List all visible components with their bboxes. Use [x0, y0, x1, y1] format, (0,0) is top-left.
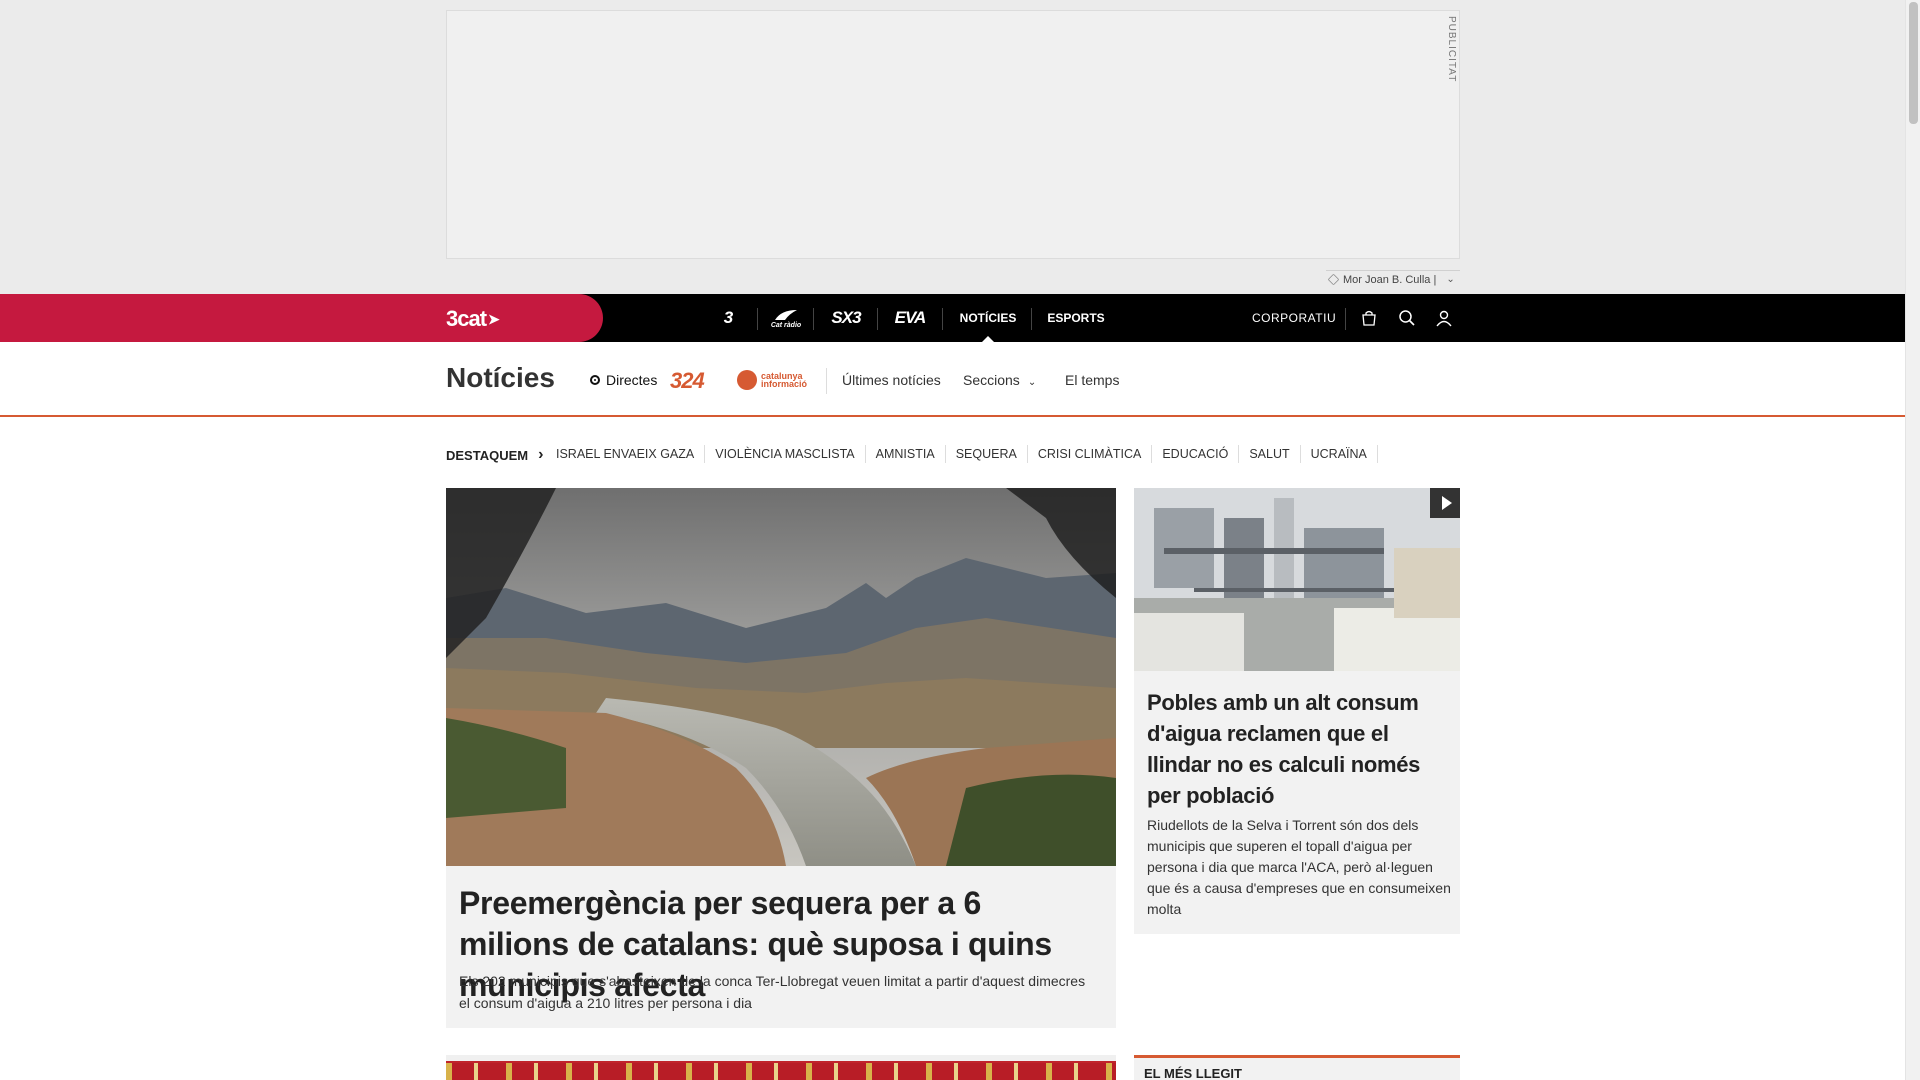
ad-ticker-text: Mor Joan B. Culla | — [1343, 273, 1437, 286]
shop-bag-icon[interactable] — [1357, 306, 1381, 330]
highlights-tags: ISRAEL ENVAEIX GAZA VIOLÈNCIA MASCLISTA … — [556, 445, 1378, 463]
brand-arrow-icon: ➤ — [488, 310, 500, 327]
nav-esports[interactable]: ESPORTS — [1042, 294, 1110, 342]
highlights-label[interactable]: DESTAQUEM › — [446, 446, 543, 464]
tag-link[interactable]: UCRAÏNA — [1301, 445, 1378, 463]
nav-noticies-label: NOTÍCIES — [959, 311, 1017, 325]
channel-catradio-logo[interactable]: Cat ràdio — [770, 294, 802, 342]
nav-el-temps[interactable]: El temps — [1065, 372, 1119, 388]
main-article-summary: Els 202 municipis que s'abasteixen de la… — [459, 973, 1086, 1011]
catalunya-informacio-logo[interactable]: catalunya informació — [737, 370, 831, 390]
ad-zone: PUBLICITAT Mor Joan B. Culla | ⌄ — [0, 0, 1905, 294]
nav-corporatiu-label: CORPORATIU — [1252, 311, 1337, 325]
tag-link[interactable]: ISRAEL ENVAEIX GAZA — [556, 445, 706, 463]
divider — [826, 368, 827, 394]
ci-label: catalunya informació — [761, 371, 808, 389]
divider — [1031, 308, 1032, 330]
divider — [757, 308, 758, 330]
channel-324-logo[interactable]: 324 — [670, 368, 705, 394]
ad-slot[interactable] — [446, 10, 1460, 259]
main-article-card[interactable]: Preemergència per sequera per a 6 milion… — [446, 488, 1116, 1028]
tag-link[interactable]: CRISI CLIMÀTICA — [1028, 445, 1153, 463]
live-broadcast-icon — [590, 375, 600, 385]
brand-panel: 3cat ➤ — [0, 294, 603, 342]
live-link[interactable]: Directes — [590, 372, 657, 388]
channel-sx3-label: SX3 — [831, 308, 861, 327]
nav-esports-label: ESPORTS — [1047, 311, 1105, 325]
divider — [942, 308, 943, 330]
page-title[interactable]: Notícies — [446, 362, 555, 394]
user-icon[interactable] — [1432, 306, 1456, 330]
factory-photo[interactable] — [1134, 488, 1460, 671]
play-video-icon[interactable] — [1430, 488, 1460, 518]
section-header: Notícies Directes 324 catalunya informac… — [0, 342, 1905, 417]
channel-eva-logo[interactable]: EVA — [890, 294, 930, 342]
tag-link[interactable]: AMNISTIA — [866, 445, 946, 463]
nav-ultimes-noticies[interactable]: Últimes notícies — [842, 372, 941, 388]
ad-label: PUBLICITAT — [1446, 16, 1457, 83]
reservoir-photo[interactable] — [446, 488, 1116, 866]
divider — [813, 308, 814, 330]
side-article-summary: Riudellots de la Selva i Torrent són dos… — [1147, 817, 1451, 917]
ad-news-ticker[interactable]: Mor Joan B. Culla | ⌄ — [1326, 270, 1460, 288]
nav-corporatiu[interactable]: CORPORATIU — [1252, 294, 1336, 342]
tag-link[interactable]: VIOLÈNCIA MASCLISTA — [705, 445, 866, 463]
nav-seccions[interactable]: Seccions ⌄ — [963, 372, 1036, 388]
scrollbar-thumb[interactable] — [1909, 2, 1918, 124]
3cat-logo[interactable]: 3cat ➤ — [446, 306, 500, 332]
most-read-header: EL MÉS LLEGIT — [1134, 1055, 1460, 1080]
chevron-right-icon: › — [538, 446, 544, 463]
nav-seccions-label: Seccions — [963, 372, 1020, 388]
divider — [1345, 308, 1346, 330]
tag-link[interactable]: EDUCACIÓ — [1152, 445, 1240, 463]
channel-324-label: 324 — [670, 368, 705, 393]
ci-circle-icon — [737, 370, 757, 390]
channel-sx3-logo[interactable]: SX3 — [826, 294, 866, 342]
search-icon[interactable] — [1395, 306, 1419, 330]
catradio-bird-icon — [775, 309, 797, 320]
side-article-title[interactable]: Pobles amb un alt consum d'aigua reclame… — [1147, 687, 1447, 811]
tag-link[interactable]: SALUT — [1239, 445, 1301, 463]
channel-3-label: 3 — [723, 308, 734, 327]
next-article-photo[interactable] — [446, 1055, 1116, 1080]
tag-link[interactable]: SEQUERA — [946, 445, 1028, 463]
channel-catradio-label: Cat ràdio — [770, 321, 802, 329]
highlights-label-text: DESTAQUEM — [446, 447, 529, 463]
top-nav-bar: 3cat ➤ 3 Cat ràdio SX3 EVA NOTÍCIES ESPO… — [0, 294, 1905, 342]
chevron-down-icon[interactable]: ⌄ — [1446, 274, 1454, 285]
brand-logo-text: 3cat — [446, 306, 487, 331]
side-article-card[interactable]: Pobles amb un alt consum d'aigua reclame… — [1134, 488, 1460, 934]
channel-eva-label: EVA — [894, 308, 927, 327]
live-label: Directes — [606, 372, 658, 388]
tag-icon — [1327, 273, 1340, 286]
scrollbar[interactable] — [1905, 0, 1920, 1080]
divider — [877, 308, 878, 330]
chevron-down-icon: ⌄ — [1027, 377, 1037, 388]
nav-noticies[interactable]: NOTÍCIES — [953, 294, 1023, 342]
channel-3-logo[interactable]: 3 — [712, 294, 744, 342]
